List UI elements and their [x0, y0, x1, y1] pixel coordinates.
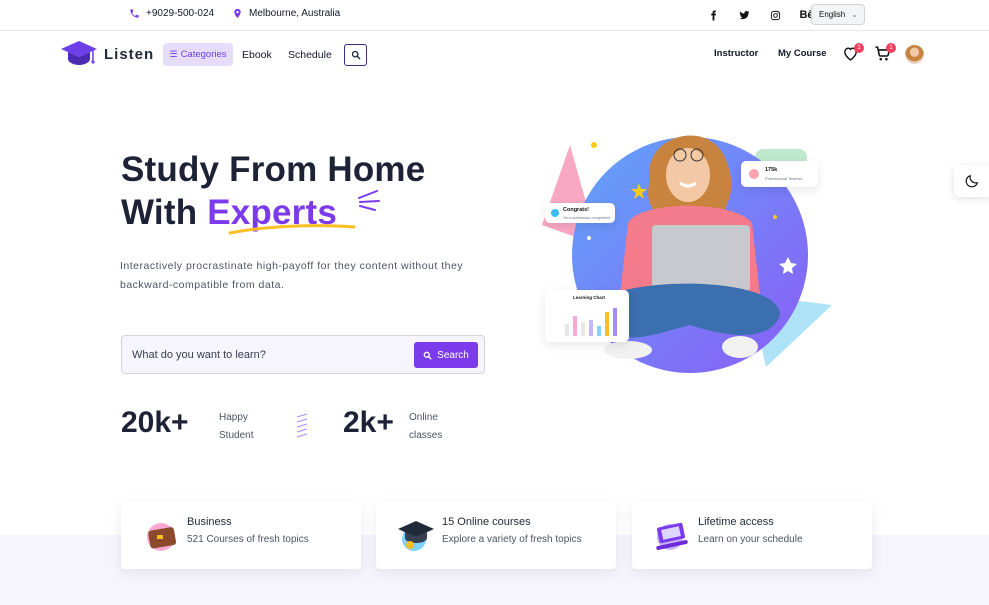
check-icon — [551, 209, 559, 217]
laptop — [652, 225, 750, 291]
search-button-label: Search — [437, 349, 469, 361]
nav-link-schedule[interactable]: Schedule — [288, 49, 332, 61]
congrats-card: Congrats! Your admission completed — [545, 203, 615, 223]
nav-link-ebook[interactable]: Ebook — [242, 49, 272, 61]
sparkle-decoration — [358, 190, 380, 211]
location-text: Melbourne, Australia — [249, 8, 341, 19]
feature-card-online-courses[interactable]: 15 Online courses Explore a variety of f… — [376, 501, 616, 569]
briefcase-icon — [147, 523, 177, 551]
twitter-icon[interactable] — [729, 8, 760, 22]
stat-label-students: Happy Student — [219, 412, 254, 441]
search-icon — [351, 50, 360, 60]
search-icon — [423, 351, 432, 360]
title-underline-decoration — [228, 224, 356, 235]
facebook-icon[interactable] — [698, 8, 729, 22]
language-value: English — [819, 10, 846, 19]
instagram-icon[interactable] — [760, 8, 791, 22]
stat-value-students: 20k+ — [121, 406, 189, 439]
hero-search: Search — [121, 335, 485, 374]
language-select[interactable]: English ⌄ — [811, 4, 865, 25]
stat-divider-decoration — [296, 413, 308, 438]
search-button[interactable]: Search — [414, 342, 478, 368]
learning-chart-card: Learning Chart — [545, 290, 629, 342]
teacher-label: Professional Teacher — [765, 176, 803, 181]
feature-subtitle: Explore a variety of fresh topics — [442, 534, 582, 545]
mini-bar-chart — [565, 308, 617, 336]
cart-button[interactable]: 1 — [874, 43, 896, 65]
nav-search-button[interactable] — [344, 44, 367, 66]
congrats-subtitle: Your admission completed — [563, 215, 610, 220]
hero-title-line1: Study From Home — [121, 150, 426, 189]
phone-icon — [130, 9, 139, 18]
chevron-down-icon: ⌄ — [851, 10, 858, 19]
chart-title: Learning Chart — [573, 295, 606, 300]
feature-card-business[interactable]: Business 521 Courses of fresh topics — [121, 501, 361, 569]
nav-link-my-course[interactable]: My Course — [778, 48, 827, 59]
page: +9029-500-024 Melbourne, Australia Bē En… — [0, 0, 989, 605]
avatar[interactable] — [905, 45, 924, 64]
teacher-icon — [749, 169, 759, 179]
stat-label-classes: Online classes — [409, 412, 443, 441]
graduation-cap-icon — [398, 521, 434, 551]
cart-count-badge: 1 — [886, 43, 896, 53]
categories-label: Categories — [180, 49, 227, 60]
teacher-count-card: 175k Professional Teacher — [741, 161, 818, 187]
stat-value-classes: 2k+ — [343, 406, 394, 439]
feature-title: Lifetime access — [698, 516, 774, 528]
feature-subtitle: 521 Courses of fresh topics — [187, 534, 309, 545]
hero-illustration — [542, 135, 832, 373]
hero-title-prefix: With — [121, 193, 208, 232]
wishlist-count-badge: 1 — [854, 43, 864, 53]
logo[interactable]: Listen — [60, 39, 154, 69]
graduation-cap-icon — [61, 41, 97, 65]
location-pin-icon — [234, 8, 241, 19]
dark-mode-toggle[interactable] — [954, 165, 989, 197]
brand-name: Listen — [104, 45, 155, 63]
wishlist-button[interactable]: 1 — [842, 43, 864, 65]
feature-title: Business — [187, 516, 232, 528]
location-contact: Melbourne, Australia — [232, 8, 340, 19]
hero-description: Interactively procrastinate high-payoff … — [120, 260, 464, 291]
moon-icon — [965, 175, 978, 188]
categories-button[interactable]: ☰ Categories — [163, 43, 233, 66]
main-nav: Listen ☰ Categories Ebook Schedule Instr… — [0, 31, 989, 79]
laptop-icon — [656, 522, 688, 550]
social-links: Bē — [698, 8, 822, 22]
congrats-title: Congrats! — [563, 207, 589, 213]
phone-contact[interactable]: +9029-500-024 — [129, 8, 214, 19]
topbar: +9029-500-024 Melbourne, Australia Bē En… — [0, 0, 989, 31]
menu-icon: ☰ — [169, 49, 178, 59]
feature-title: 15 Online courses — [442, 516, 531, 528]
feature-card-lifetime-access[interactable]: Lifetime access Learn on your schedule — [632, 501, 872, 569]
teacher-count: 175k — [765, 167, 778, 173]
search-input[interactable] — [132, 345, 412, 365]
nav-link-instructor[interactable]: Instructor — [714, 48, 758, 59]
phone-number: +9029-500-024 — [146, 8, 215, 19]
feature-subtitle: Learn on your schedule — [698, 534, 803, 545]
